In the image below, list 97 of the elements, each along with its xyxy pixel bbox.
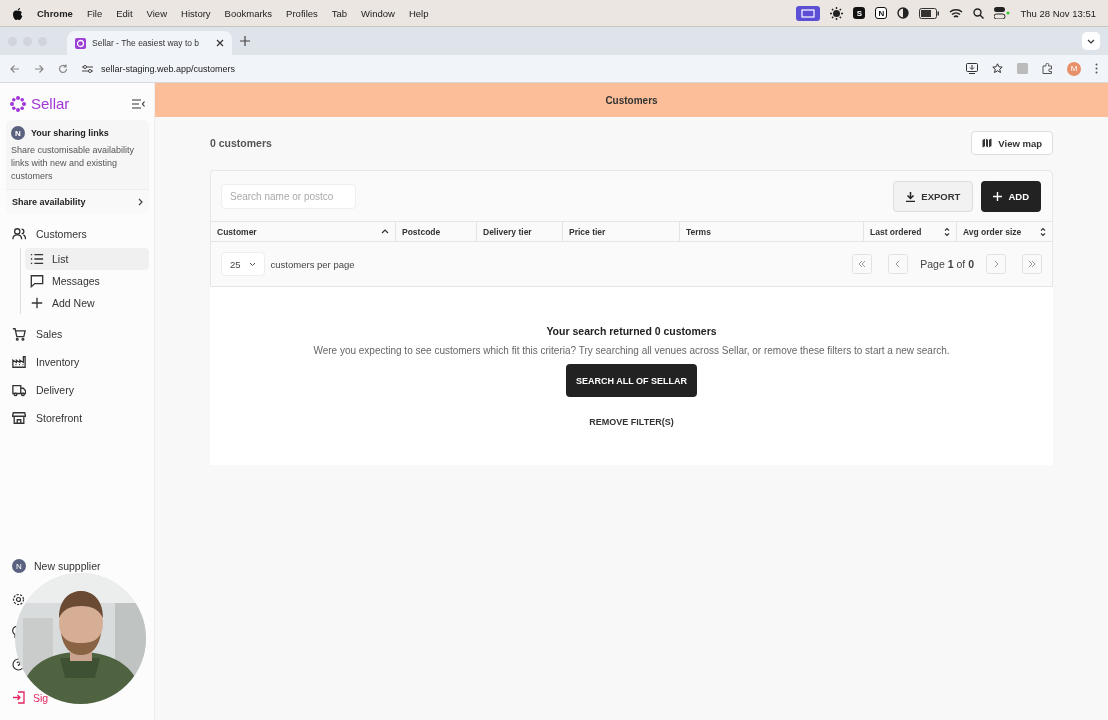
- account-name[interactable]: New suppplier: [34, 560, 101, 572]
- map-icon: [982, 138, 993, 148]
- collapse-menu-icon[interactable]: [132, 98, 145, 109]
- plus-icon: [30, 296, 44, 310]
- menu-item[interactable]: Help: [408, 7, 429, 19]
- next-page-icon: [992, 260, 1000, 268]
- sun-icon: [830, 6, 844, 20]
- menu-item[interactable]: History: [181, 7, 211, 19]
- contrast-icon: [897, 7, 910, 19]
- card-title: Your sharing links: [31, 128, 109, 138]
- column-header[interactable]: Last ordered: [864, 222, 957, 241]
- app-menu[interactable]: Chrome: [37, 7, 73, 19]
- sign-out-icon: [12, 691, 25, 704]
- url-field[interactable]: sellar-staging.web.app/customers: [101, 63, 236, 74]
- last-page-icon: [1028, 260, 1036, 268]
- column-header[interactable]: Postcode: [396, 222, 477, 241]
- app-badge[interactable]: S: [853, 7, 866, 19]
- column-header[interactable]: Delivery tier: [477, 222, 563, 241]
- search-icon: [973, 7, 985, 19]
- column-header[interactable]: Customer: [211, 222, 396, 241]
- column-header[interactable]: Terms: [680, 222, 864, 241]
- puzzle-icon: [1042, 63, 1053, 74]
- avatar: N: [11, 126, 25, 140]
- add-button[interactable]: ADD: [981, 181, 1041, 212]
- menu-item[interactable]: Edit: [116, 7, 133, 19]
- star-icon: [992, 63, 1003, 74]
- sort-ascending-icon: [381, 229, 389, 234]
- settings-icon: [12, 593, 25, 606]
- forward-icon: [34, 63, 44, 74]
- nav-item[interactable]: Customers: [6, 220, 149, 248]
- nav-subitem[interactable]: Messages: [25, 270, 149, 292]
- tab-search-button[interactable]: [1082, 32, 1100, 50]
- toggle-icon: [994, 7, 1011, 19]
- menu-item[interactable]: Bookmarks: [224, 7, 273, 19]
- new-tab-icon: [240, 36, 250, 46]
- truck-icon: [12, 383, 26, 397]
- people-icon: [12, 227, 26, 241]
- download-icon: [906, 191, 916, 202]
- nav-subitem[interactable]: Add New: [25, 292, 149, 314]
- menu-item[interactable]: File: [86, 7, 103, 19]
- reload-icon: [58, 63, 68, 74]
- back-icon: [10, 63, 20, 74]
- menu-item[interactable]: Window: [361, 7, 395, 19]
- sort-icon: [944, 226, 950, 237]
- message-icon: [30, 274, 44, 288]
- extension-tile-icon: [1017, 63, 1028, 74]
- nav-subitem[interactable]: List: [25, 248, 149, 270]
- export-button[interactable]: EXPORT: [893, 181, 974, 212]
- install-icon: [966, 63, 978, 74]
- apple-icon: [12, 6, 23, 20]
- view-map-button[interactable]: View map: [971, 131, 1053, 155]
- nav-item[interactable]: Sales: [6, 320, 149, 348]
- sellar-logo-icon: [10, 95, 26, 112]
- per-page-select[interactable]: 25: [221, 252, 265, 276]
- sellar-favicon-icon: [75, 37, 86, 49]
- factory-icon: [12, 355, 26, 369]
- more-icon: [1095, 63, 1098, 74]
- site-settings-icon: [82, 63, 93, 74]
- column-header[interactable]: Avg order size: [957, 222, 1052, 241]
- menu-item[interactable]: View: [146, 7, 167, 19]
- cart-icon: [12, 327, 26, 341]
- nav-item[interactable]: Storefront: [6, 404, 149, 432]
- avatar: N: [12, 559, 26, 573]
- battery-icon: [919, 7, 940, 19]
- nav-item[interactable]: Delivery: [6, 376, 149, 404]
- page-title: Customers: [605, 94, 658, 106]
- brand-name: Sellar: [31, 95, 70, 112]
- first-page-button[interactable]: [852, 254, 873, 274]
- per-page-label: customers per page: [270, 258, 355, 270]
- storefront-icon: [12, 411, 26, 425]
- search-all-button[interactable]: SEARCH ALL OF SELLAR: [566, 364, 697, 397]
- plus-icon: [993, 192, 1003, 201]
- sign-out-link[interactable]: Sig: [33, 691, 49, 704]
- customer-count: 0 customers: [210, 137, 272, 149]
- clock: Thu 28 Nov 13:51: [1020, 7, 1096, 19]
- empty-state-title: Your search returned 0 customers: [546, 325, 717, 337]
- column-header[interactable]: Price tier: [563, 222, 680, 241]
- sort-icon: [1040, 226, 1046, 237]
- card-description: Share customisable availability links with new and existing customers: [10, 144, 136, 183]
- list-icon: [30, 252, 44, 266]
- empty-state-message: Were you expecting to see customers which fit this criteria? Try searching all venues across Sellar, or remove these filters to start a new search.: [313, 345, 950, 356]
- chevron-down-icon: [248, 261, 256, 267]
- search-field[interactable]: Search name or postco: [221, 184, 356, 209]
- menu-item[interactable]: Tab: [331, 7, 348, 19]
- nav-item[interactable]: Inventory: [6, 348, 149, 376]
- page-indicator: Page 1 of 0: [920, 258, 974, 270]
- menu-item[interactable]: Profiles: [286, 7, 318, 19]
- app-badge[interactable]: N: [875, 7, 888, 19]
- chevron-right-icon: [138, 198, 143, 206]
- remove-filters-link[interactable]: REMOVE FILTER(S): [589, 417, 674, 427]
- screen-share-icon[interactable]: [796, 5, 821, 21]
- wifi-icon: [949, 7, 964, 19]
- browser-tab[interactable]: Sellar - The easiest way to b: [67, 31, 232, 55]
- last-page-button[interactable]: [1022, 254, 1042, 274]
- close-icon: [216, 39, 224, 47]
- chevron-down-icon: [1087, 38, 1095, 44]
- first-page-icon: [858, 260, 867, 268]
